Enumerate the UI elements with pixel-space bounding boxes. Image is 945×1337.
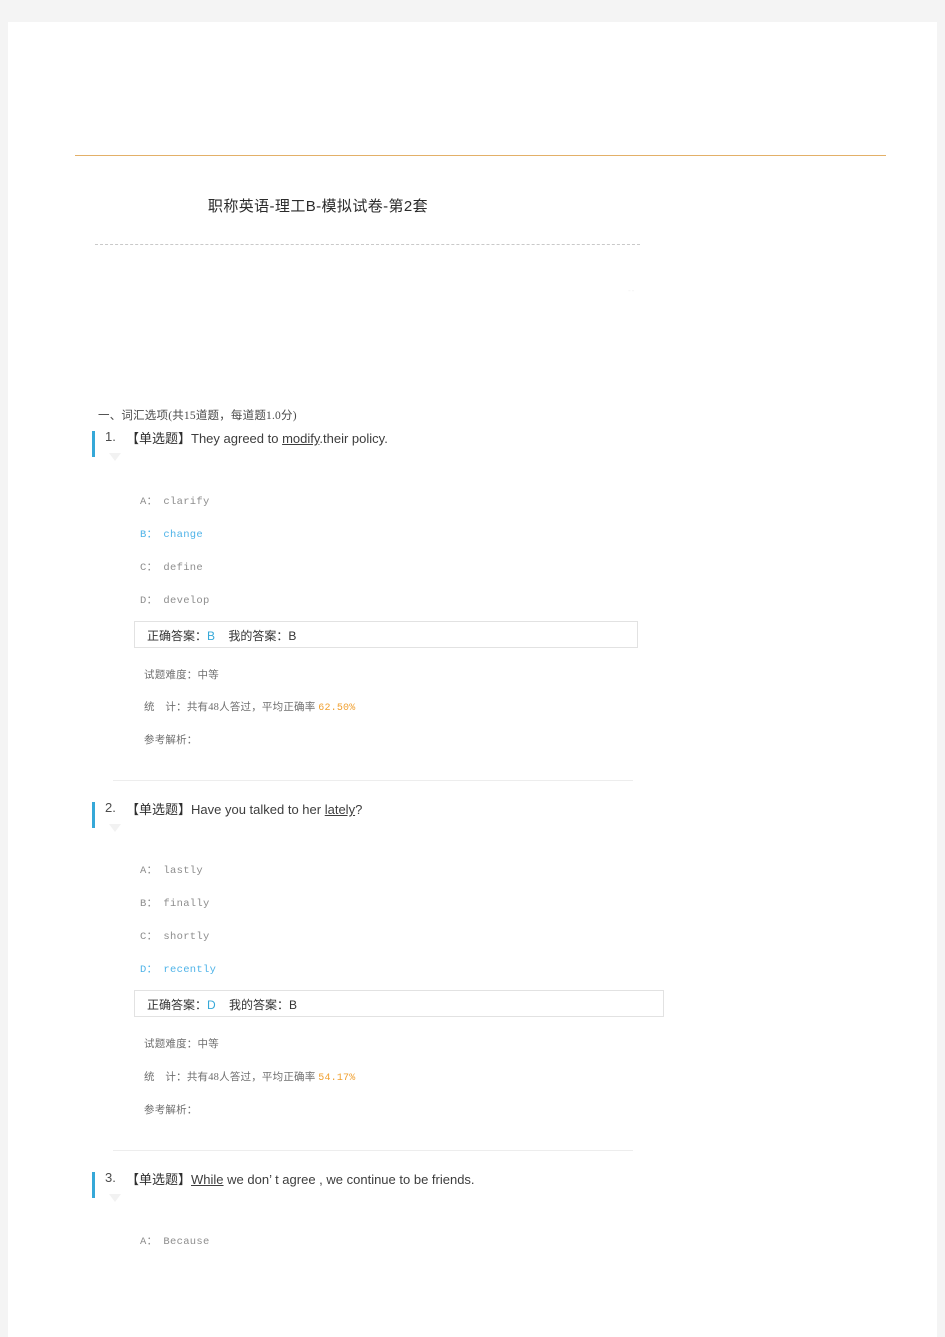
my-answer-label: 我的答案： — [228, 629, 289, 643]
answer-summary-box: 正确答案：B 我的答案：B — [134, 621, 638, 648]
option-text: develop — [163, 595, 210, 607]
correct-answer-value: D — [207, 998, 216, 1012]
chevron-down-icon[interactable] — [109, 824, 121, 832]
stats-line: 统 计：共有48人答过，平均正确率 54.17% — [144, 1069, 355, 1084]
option-c[interactable]: C： shortly — [140, 928, 210, 943]
my-answer-label: 我的答案： — [229, 998, 290, 1012]
gold-divider — [75, 155, 886, 156]
option-text: define — [163, 562, 204, 574]
answer-summary-box: 正确答案：D 我的答案：B — [134, 990, 664, 1017]
option-label: B： — [140, 529, 158, 541]
question-type-tag: 【单选题】 — [126, 431, 192, 446]
option-label: A： — [140, 1236, 158, 1248]
question-stem: 【单选题】They agreed to modify.their policy. — [126, 429, 388, 449]
option-label: C： — [140, 562, 158, 574]
my-answer-value: B — [289, 998, 298, 1012]
analysis-label: 参考解析： — [144, 735, 198, 746]
respondent-count: 48 — [208, 702, 220, 713]
difficulty-label: 试题难度： — [144, 1039, 198, 1050]
option-b[interactable]: B： finally — [140, 895, 210, 910]
option-label: A： — [140, 496, 158, 508]
question-type-tag: 【单选题】 — [126, 802, 192, 817]
option-text: lastly — [163, 865, 204, 877]
stats-mid: 人答过，平均正确率 — [219, 1072, 319, 1083]
question-stem: 【单选题】While we don’ t agree , we continue… — [126, 1170, 475, 1190]
title-dashed-divider — [95, 244, 640, 245]
question-accent-bar — [92, 1172, 95, 1198]
option-text: shortly — [163, 931, 210, 943]
option-text: recently — [163, 964, 217, 976]
difficulty-label: 试题难度： — [144, 670, 198, 681]
question-separator — [113, 1150, 633, 1151]
analysis-label: 参考解析： — [144, 1105, 198, 1116]
answer-gap — [216, 998, 229, 1012]
section-heading: 一、词汇选项(共15道题，每道题1.0分) — [98, 410, 297, 422]
stats-label: 统 计： — [144, 702, 187, 713]
stats-label: 统 计： — [144, 1072, 187, 1083]
option-c[interactable]: C： define — [140, 559, 203, 574]
question-type-tag: 【单选题】 — [126, 1172, 192, 1187]
chevron-down-icon[interactable] — [109, 1194, 121, 1202]
answer-summary-text: 正确答案：D 我的答案：B — [147, 996, 297, 1013]
respondent-count: 48 — [208, 1072, 220, 1083]
option-text: change — [163, 529, 204, 541]
option-label: D： — [140, 595, 158, 607]
answer-summary-text: 正确答案：B 我的答案：B — [147, 627, 296, 644]
accuracy-percent: 54.17% — [318, 1073, 356, 1084]
stats-prefix: 共有 — [186, 702, 209, 713]
question-accent-bar — [92, 802, 95, 828]
stem-after: .their policy. — [319, 431, 388, 446]
difficulty-line: 试题难度：中等 — [144, 1036, 219, 1051]
option-text: clarify — [163, 496, 210, 508]
stem-after: we don’ t agree , we continue to be frie… — [223, 1172, 475, 1187]
my-answer-value: B — [288, 629, 297, 643]
stem-keyword: lately — [324, 802, 356, 817]
option-text: finally — [163, 898, 210, 910]
page-title: 职称英语-理工B-模拟试卷-第2套 — [207, 198, 429, 215]
option-label: D： — [140, 964, 158, 976]
stem-before: Have you talked to her — [191, 802, 325, 817]
correct-answer-value: B — [207, 629, 216, 643]
accuracy-percent: 62.50% — [318, 703, 356, 714]
difficulty-line: 试题难度：中等 — [144, 667, 219, 682]
option-b[interactable]: B： change — [140, 526, 203, 541]
stem-before: They agreed to — [191, 431, 283, 446]
option-a[interactable]: A： lastly — [140, 862, 203, 877]
stem-keyword: While — [191, 1172, 224, 1187]
faint-placeholder-mark: -- — [628, 286, 636, 295]
question-accent-bar — [92, 431, 95, 457]
stem-after: ? — [355, 802, 363, 817]
stats-prefix: 共有 — [186, 1072, 209, 1083]
option-label: C： — [140, 931, 158, 943]
difficulty-value: 中等 — [197, 670, 219, 681]
difficulty-value: 中等 — [197, 1039, 219, 1050]
option-a[interactable]: A： clarify — [140, 493, 210, 508]
question-stem: 【单选题】Have you talked to her lately? — [126, 800, 362, 820]
stem-keyword: modify — [282, 431, 320, 446]
option-d[interactable]: D： recently — [140, 961, 216, 976]
answer-gap — [215, 629, 228, 643]
question-separator — [113, 780, 633, 781]
document-page: 职称英语-理工B-模拟试卷-第2套 -- 一、词汇选项(共15道题，每道题1.0… — [8, 22, 937, 1337]
stats-mid: 人答过，平均正确率 — [219, 702, 319, 713]
question-number: 2. — [105, 800, 116, 815]
question-number: 1. — [105, 429, 116, 444]
option-label: A： — [140, 865, 158, 877]
correct-answer-label: 正确答案： — [147, 629, 208, 643]
correct-answer-label: 正确答案： — [147, 998, 208, 1012]
option-text: Because — [163, 1236, 210, 1248]
question-number: 3. — [105, 1170, 116, 1185]
option-label: B： — [140, 898, 158, 910]
chevron-down-icon[interactable] — [109, 453, 121, 461]
option-d[interactable]: D： develop — [140, 592, 210, 607]
stats-line: 统 计：共有48人答过，平均正确率 62.50% — [144, 699, 355, 714]
option-a[interactable]: A： Because — [140, 1233, 210, 1248]
